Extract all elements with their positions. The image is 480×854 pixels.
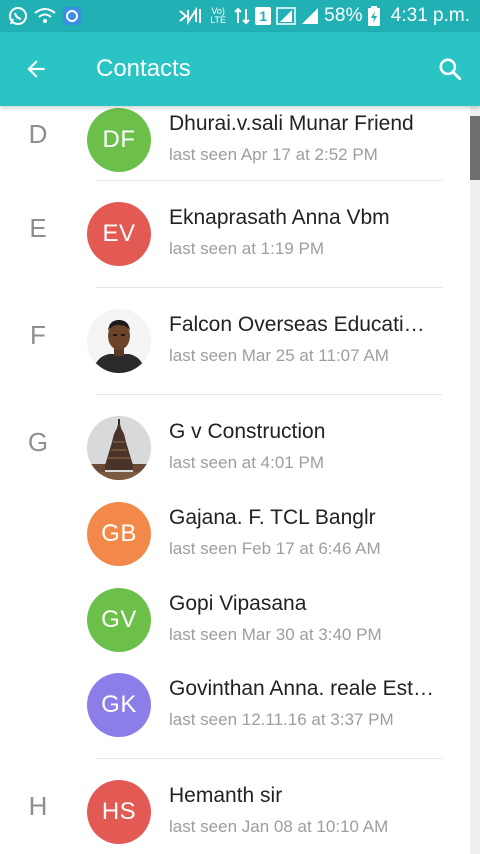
last-seen-status: last seen Feb 17 at 6:46 AM xyxy=(169,539,381,558)
contact-name: Hemanth sir xyxy=(169,784,283,807)
battery-charging-icon xyxy=(367,6,380,26)
avatar: GV xyxy=(87,588,151,652)
contact-row[interactable]: GK Govinthan Anna. reale Est… last seen … xyxy=(0,662,470,748)
status-bar-left xyxy=(8,6,82,26)
person-photo-avatar xyxy=(87,309,151,373)
contact-row[interactable]: H HS Hemanth sir last seen Jan 08 at 10:… xyxy=(0,769,470,854)
search-button[interactable] xyxy=(420,32,480,106)
section-letter: F xyxy=(30,320,46,350)
contact-row[interactable]: D DF Dhurai.v.sali Munar Friend last see… xyxy=(0,97,470,183)
contact-name: Govinthan Anna. reale Est… xyxy=(169,677,434,700)
whatsapp-icon xyxy=(8,6,28,26)
last-seen-status: last seen 12.11.16 at 3:37 PM xyxy=(169,710,394,729)
wifi-icon xyxy=(34,6,56,26)
contact-row[interactable]: G G v Construction last seen at 4:01 PM xyxy=(0,405,470,491)
back-button[interactable] xyxy=(0,32,72,106)
scrollbar-thumb[interactable] xyxy=(470,116,480,180)
section-letter: H xyxy=(28,791,48,821)
avatar-initials: GB xyxy=(101,520,137,547)
divider xyxy=(96,180,442,181)
contact-name: Falcon Overseas Educati… xyxy=(169,313,425,336)
contact-name: Gopi Vipasana xyxy=(169,592,307,615)
last-seen-status: last seen at 1:19 PM xyxy=(169,239,324,258)
avatar: EV xyxy=(87,202,151,266)
sim-label: 1 xyxy=(259,8,268,24)
app-bar: Contacts xyxy=(0,32,480,106)
section-letter: G xyxy=(27,427,49,457)
contact-name: Eknaprasath Anna Vbm xyxy=(169,206,390,229)
last-seen-status: last seen at 4:01 PM xyxy=(169,453,324,472)
data-transfer-icon xyxy=(234,6,250,26)
search-icon xyxy=(439,58,462,81)
section-letter: D xyxy=(28,119,48,149)
divider xyxy=(96,758,442,759)
page-title: Contacts xyxy=(96,55,191,82)
contact-name: Dhurai.v.sali Munar Friend xyxy=(169,112,414,135)
last-seen-status: last seen Mar 25 at 11:07 AM xyxy=(169,346,389,365)
person-photo-icon xyxy=(87,309,151,373)
signal-strength-icon xyxy=(276,6,296,26)
last-seen-status: last seen Jan 08 at 10:10 AM xyxy=(169,817,389,836)
avatar: GB xyxy=(87,502,151,566)
contact-row[interactable]: GV Gopi Vipasana last seen Mar 30 at 3:4… xyxy=(0,577,470,663)
avatar: HS xyxy=(87,780,151,844)
arrow-left-icon xyxy=(27,60,45,78)
clock-time: 4:31 p.m. xyxy=(390,5,470,26)
volte-label: Vo) LTE xyxy=(210,6,227,25)
avatar-initials: HS xyxy=(101,798,137,825)
nfc-icon xyxy=(178,6,202,26)
volte-icon: Vo) LTE xyxy=(207,6,229,26)
contact-name: Gajana. F. TCL Banglr xyxy=(169,506,376,529)
contact-name: G v Construction xyxy=(169,420,326,443)
last-seen-status: last seen Apr 17 at 2:52 PM xyxy=(169,145,378,164)
battery-percentage: 58% xyxy=(324,5,363,26)
signal-strength-2-icon xyxy=(301,6,319,26)
temple-photo-icon xyxy=(87,416,151,480)
avatar-initials: EV xyxy=(102,220,136,247)
avatar: DF xyxy=(87,108,151,172)
contact-row[interactable]: F Falcon Overseas Educati… last seen Mar… xyxy=(0,298,470,384)
contact-row[interactable]: GB Gajana. F. TCL Banglr last seen Feb 1… xyxy=(0,491,470,577)
temple-photo-avatar xyxy=(87,416,151,480)
avatar-initials: GV xyxy=(101,606,137,633)
section-letter: E xyxy=(29,213,47,243)
sim-card-icon: 1 xyxy=(255,7,272,25)
status-bar-right: Vo) LTE 1 58% 4:31 p.m. xyxy=(178,5,470,27)
divider xyxy=(96,394,442,395)
divider xyxy=(96,287,442,288)
sync-app-icon xyxy=(62,6,82,26)
contact-row[interactable]: E EV Eknaprasath Anna Vbm last seen at 1… xyxy=(0,191,470,277)
scrollbar-track[interactable] xyxy=(470,106,480,854)
status-bar: Vo) LTE 1 58% 4:31 p.m. xyxy=(0,0,480,32)
avatar-initials: DF xyxy=(102,126,136,153)
last-seen-status: last seen Mar 30 at 3:40 PM xyxy=(169,625,382,644)
avatar-initials: GK xyxy=(101,691,137,718)
avatar: GK xyxy=(87,673,151,737)
contact-list: D DF Dhurai.v.sali Munar Friend last see… xyxy=(0,0,480,854)
